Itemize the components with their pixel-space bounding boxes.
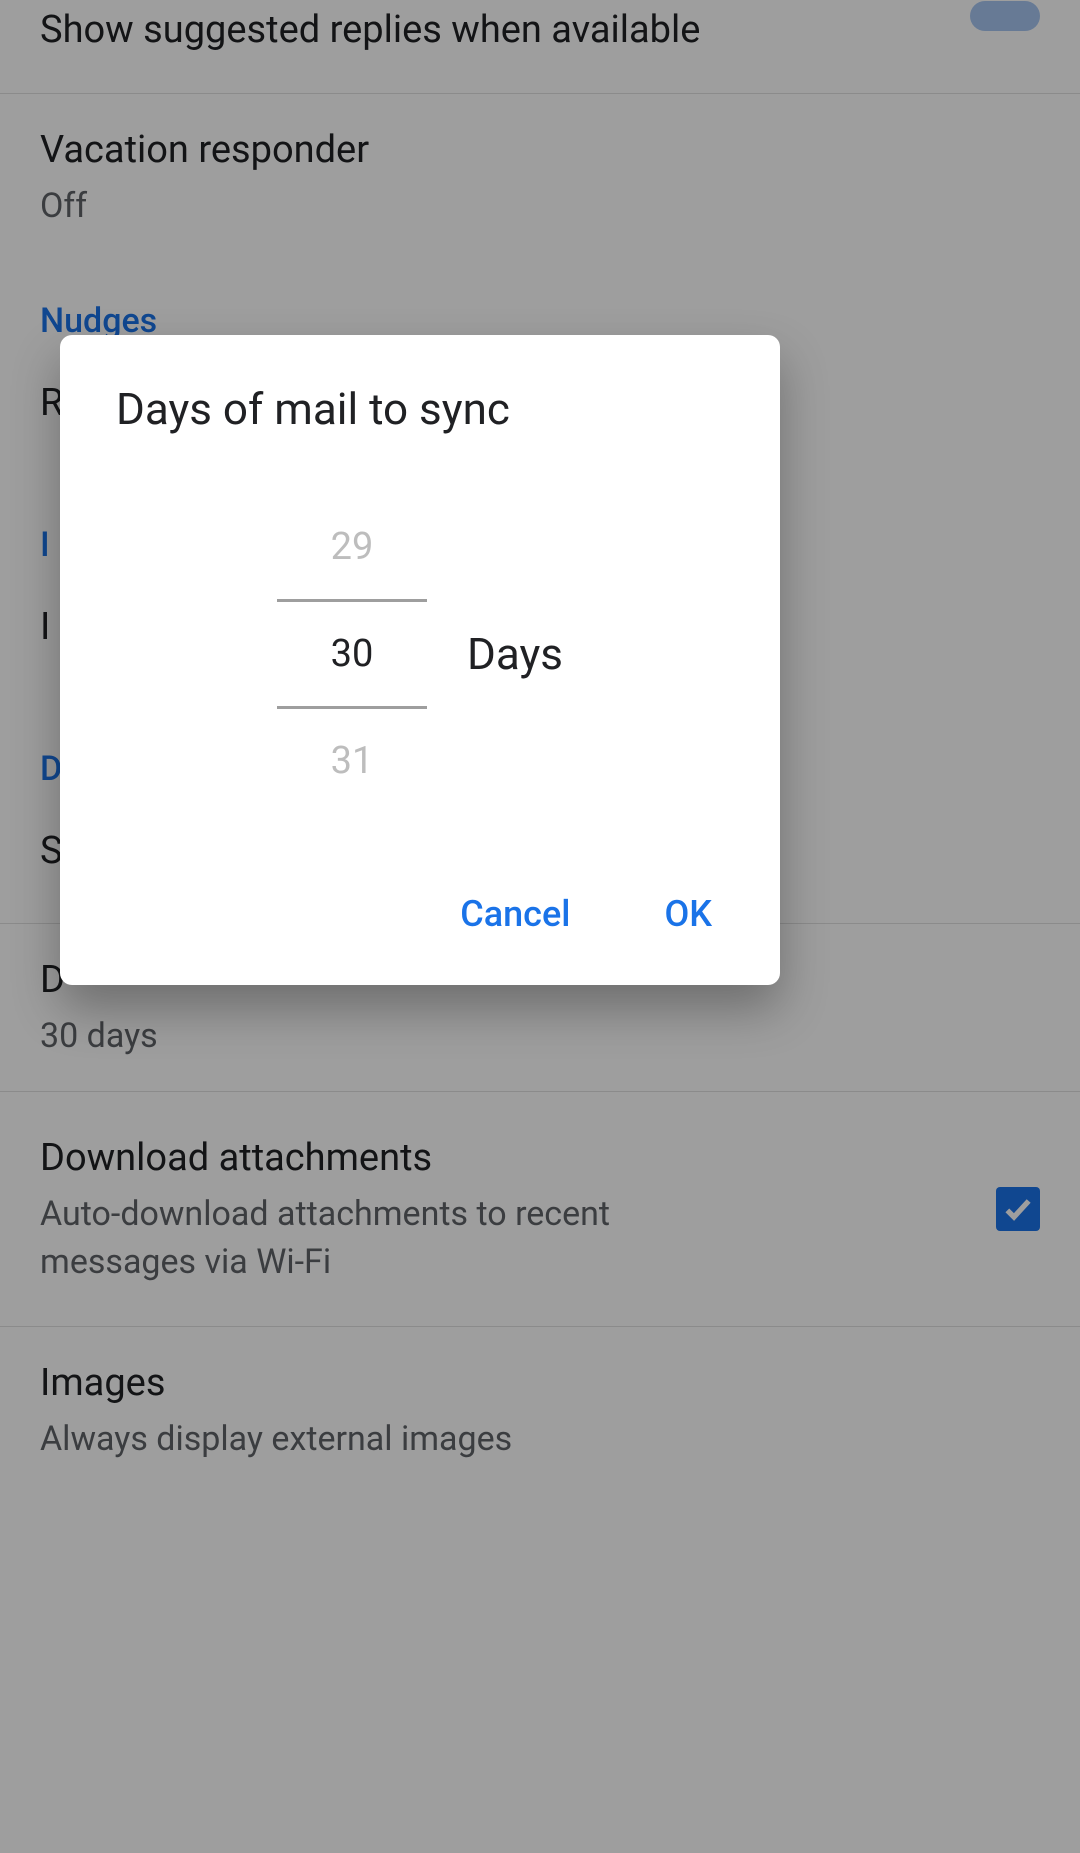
picker-prev-value[interactable]: 29 bbox=[277, 495, 427, 599]
days-to-sync-dialog: Days of mail to sync 29 30 31 Days Cance… bbox=[60, 335, 780, 985]
cancel-button[interactable]: Cancel bbox=[448, 883, 582, 945]
dialog-title: Days of mail to sync bbox=[60, 383, 780, 435]
picker-next-value[interactable]: 31 bbox=[277, 709, 427, 813]
number-picker[interactable]: 29 30 31 Days bbox=[60, 435, 780, 863]
dialog-actions: Cancel OK bbox=[60, 863, 780, 965]
picker-unit-label: Days bbox=[467, 628, 563, 680]
ok-button[interactable]: OK bbox=[652, 883, 724, 945]
picker-selected-value[interactable]: 30 bbox=[277, 599, 427, 709]
